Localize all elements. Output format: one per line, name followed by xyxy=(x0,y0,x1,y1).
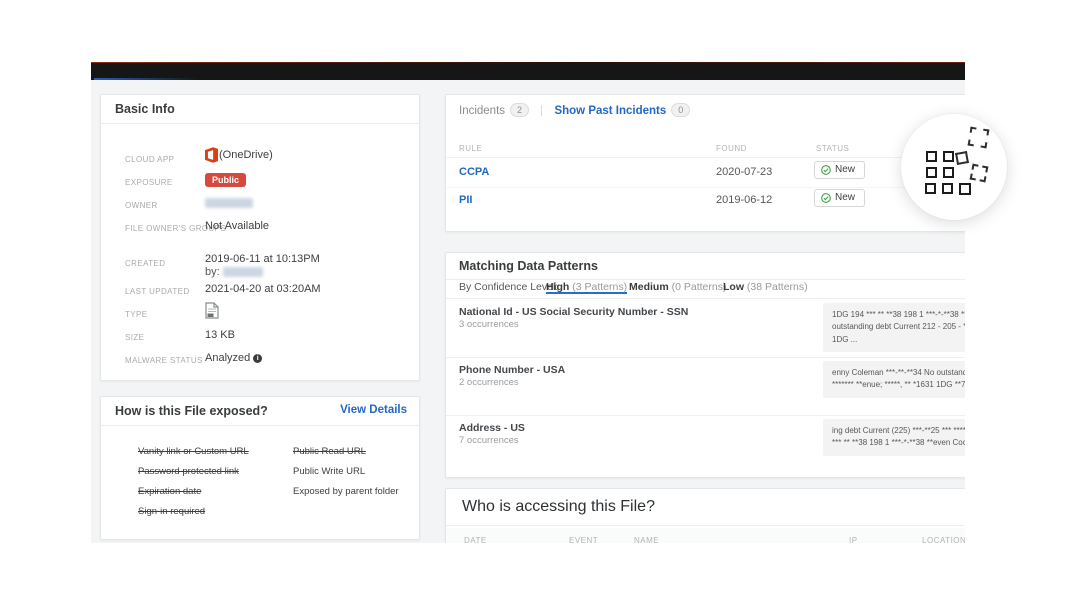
exposure-item-public-write: Public Write URL xyxy=(293,466,365,477)
cloud-app-value: (OneDrive) xyxy=(205,147,273,163)
who-accessing-title: Who is accessing this File? xyxy=(446,489,965,526)
created-label: CREATED xyxy=(125,259,165,268)
type-label: TYPE xyxy=(125,310,148,319)
tab-low[interactable]: Low (38 Patterns) xyxy=(723,281,808,293)
pattern-name: Phone Number - USA xyxy=(459,364,565,376)
who-accessing-card: Who is accessing this File? DATE EVENT N… xyxy=(445,488,965,543)
pattern-occurrences: 2 occurrences xyxy=(459,377,519,388)
pattern-name: National Id - US Social Security Number … xyxy=(459,306,688,318)
doc-file-icon xyxy=(205,302,219,324)
info-icon[interactable]: i xyxy=(253,354,262,363)
col-status: STATUS xyxy=(816,144,849,153)
incident-rule-link[interactable]: PII xyxy=(459,194,472,206)
last-updated-label: LAST UPDATED xyxy=(125,287,190,296)
exposure-public-badge: Public xyxy=(205,173,246,187)
matching-patterns-title: Matching Data Patterns xyxy=(446,253,965,280)
file-owners-groups-value: Not Available xyxy=(205,220,269,232)
exposure-item-password: Password protected link xyxy=(138,466,239,477)
view-details-link[interactable]: View Details xyxy=(340,404,407,416)
last-updated-value: 2021-04-20 at 03:20AM xyxy=(205,283,321,295)
owner-label: OWNER xyxy=(125,201,158,210)
decorative-circle xyxy=(901,114,1007,220)
incident-found-date: 2019-06-12 xyxy=(716,194,772,206)
pattern-name: Address - US xyxy=(459,422,525,434)
col-rule: RULE xyxy=(459,144,482,153)
pattern-snippet: ing debt Current (225) ***-**25 *** ****… xyxy=(823,419,965,456)
size-value: 13 KB xyxy=(205,329,235,341)
window-top-bar xyxy=(91,62,965,80)
col-ip: IP xyxy=(849,536,858,543)
col-name: NAME xyxy=(634,536,659,543)
check-circle-icon xyxy=(821,165,831,175)
pattern-occurrences: 7 occurrences xyxy=(459,435,519,446)
size-label: SIZE xyxy=(125,333,144,342)
exposure-item-public-read: Public Read URL xyxy=(293,446,366,457)
pattern-snippet: enny Coleman ***-**-**34 No outstandi **… xyxy=(823,361,965,398)
cloud-app-name: (OneDrive) xyxy=(219,149,273,161)
pattern-snippet: 1DG 194 *** ** **38 198 1 ***-*-**38 ** … xyxy=(823,303,965,352)
created-value: 2019-06-11 at 10:13PM xyxy=(205,253,320,265)
confidence-filter-label: By Confidence Level: xyxy=(459,281,558,293)
incident-found-date: 2020-07-23 xyxy=(716,166,772,178)
basic-info-card: Basic Info CLOUD APP (OneDrive) EXPOSURE… xyxy=(100,94,420,381)
exposure-item-signin: Sign-in required xyxy=(138,506,205,517)
show-past-incidents-link[interactable]: Show Past Incidents xyxy=(554,105,666,117)
incidents-count-badge: 2 xyxy=(510,103,529,117)
content-area: Basic Info CLOUD APP (OneDrive) EXPOSURE… xyxy=(91,80,965,543)
exposure-item-parent-folder: Exposed by parent folder xyxy=(293,486,399,497)
exposure-item-expiration: Expiration date xyxy=(138,486,201,497)
check-circle-icon xyxy=(821,193,831,203)
past-incidents-count-badge: 0 xyxy=(671,103,690,117)
col-found: FOUND xyxy=(716,144,747,153)
col-location: LOCATION xyxy=(922,536,965,543)
incident-status-button[interactable]: New xyxy=(814,189,865,207)
col-event: EVENT xyxy=(569,536,598,543)
matching-patterns-card: Matching Data Patterns By Confidence Lev… xyxy=(445,252,965,478)
file-exposed-title: How is this File exposed? xyxy=(115,404,268,418)
office-logo-icon xyxy=(205,147,218,163)
pattern-row-address: Address - US 7 occurrences ing debt Curr… xyxy=(446,415,965,473)
malware-status-label: MALWARE STATUS xyxy=(125,356,203,365)
file-exposed-header: How is this File exposed? View Details xyxy=(101,397,419,426)
divider xyxy=(541,105,542,116)
basic-info-title: Basic Info xyxy=(101,95,419,124)
exposure-item-vanity: Vanity link or Custom URL xyxy=(138,446,249,457)
tab-high[interactable]: High (3 Patterns) xyxy=(546,281,627,293)
incidents-card: Incidents 2 Show Past Incidents 0 RULE FOU… xyxy=(445,94,965,232)
app-window: Basic Info CLOUD APP (OneDrive) EXPOSURE… xyxy=(91,62,965,543)
tab-medium[interactable]: Medium (0 Patterns) xyxy=(629,281,726,293)
confidence-tabs: By Confidence Level: High (3 Patterns) M… xyxy=(446,281,965,299)
cloud-app-label: CLOUD APP xyxy=(125,155,174,164)
created-by-label: by: xyxy=(205,266,220,278)
who-table-header: DATE EVENT NAME IP LOCATION xyxy=(446,528,965,543)
pattern-row-phone: Phone Number - USA 2 occurrences enny Co… xyxy=(446,357,965,416)
owner-value-redacted xyxy=(205,198,253,208)
incidents-header: Incidents 2 Show Past Incidents 0 xyxy=(459,103,690,117)
file-exposed-card: How is this File exposed? View Details V… xyxy=(100,396,420,540)
pattern-row-ssn: National Id - US Social Security Number … xyxy=(446,299,965,358)
malware-status-value: Analyzedi xyxy=(205,352,262,364)
incidents-title: Incidents xyxy=(459,105,505,117)
divider xyxy=(446,157,965,158)
pattern-occurrences: 3 occurrences xyxy=(459,319,519,330)
created-by-redacted xyxy=(223,267,263,277)
exposure-label: EXPOSURE xyxy=(125,178,173,187)
incident-rule-link[interactable]: CCPA xyxy=(459,166,489,178)
col-date: DATE xyxy=(464,536,487,543)
incident-status-button[interactable]: New xyxy=(814,161,865,179)
divider xyxy=(446,187,965,188)
